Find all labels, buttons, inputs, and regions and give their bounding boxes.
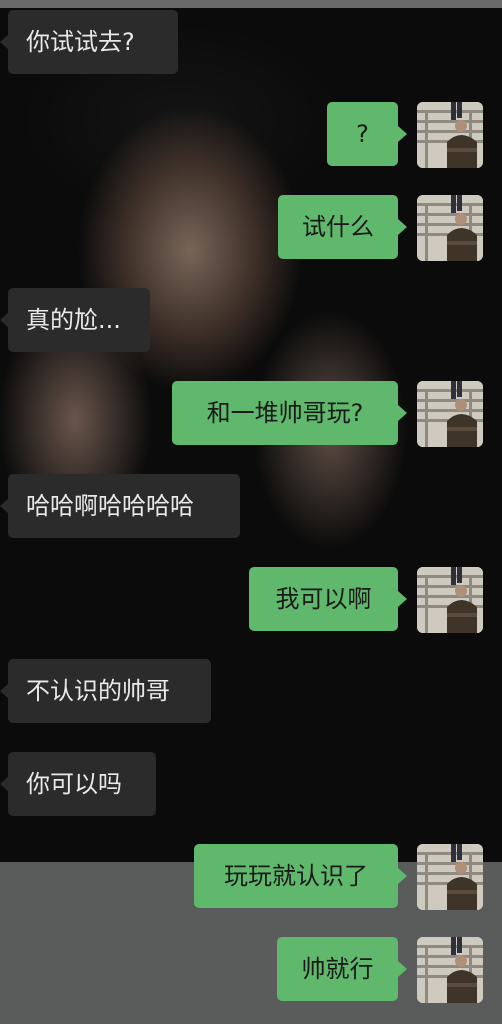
- bubble-tail: [398, 126, 407, 142]
- avatar-photo-icon: [417, 844, 483, 910]
- incoming-bubble[interactable]: 不认识的帅哥: [8, 659, 211, 723]
- outgoing-bubble[interactable]: 我可以啊: [249, 567, 398, 631]
- outgoing-bubble[interactable]: ?: [327, 102, 398, 166]
- incoming-bubble[interactable]: 哈哈啊哈哈哈哈: [8, 474, 240, 538]
- user-avatar[interactable]: [417, 195, 483, 261]
- bubble-tail: [398, 961, 407, 977]
- top-status-strip: [0, 0, 502, 8]
- avatar-photo-icon: [417, 381, 483, 447]
- avatar-photo-icon: [417, 567, 483, 633]
- avatar-photo-icon: [417, 937, 483, 1003]
- user-avatar[interactable]: [417, 381, 483, 447]
- outgoing-bubble[interactable]: 试什么: [278, 195, 398, 259]
- outgoing-bubble[interactable]: 帅就行: [277, 937, 398, 1001]
- user-avatar[interactable]: [417, 844, 483, 910]
- avatar-photo-icon: [417, 195, 483, 261]
- avatar-photo-icon: [417, 102, 483, 168]
- incoming-bubble[interactable]: 你可以吗: [8, 752, 156, 816]
- user-avatar[interactable]: [417, 567, 483, 633]
- bubble-tail: [398, 219, 407, 235]
- user-avatar[interactable]: [417, 102, 483, 168]
- outgoing-bubble[interactable]: 玩玩就认识了: [194, 844, 398, 908]
- bubble-tail: [398, 868, 407, 884]
- bubble-tail: [398, 591, 407, 607]
- incoming-bubble[interactable]: 真的尬...: [8, 288, 150, 352]
- incoming-bubble[interactable]: 你试试去?: [8, 10, 178, 74]
- outgoing-bubble[interactable]: 和一堆帅哥玩?: [172, 381, 398, 445]
- user-avatar[interactable]: [417, 937, 483, 1003]
- bubble-tail: [398, 405, 407, 421]
